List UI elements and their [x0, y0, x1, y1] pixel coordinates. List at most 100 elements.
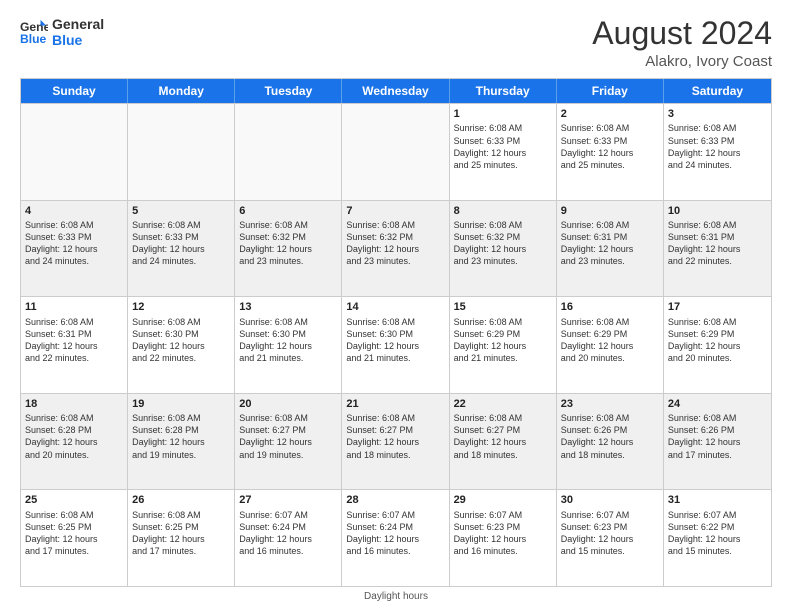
cal-cell: 15Sunrise: 6:08 AMSunset: 6:29 PMDayligh…	[450, 297, 557, 393]
calendar-header: SundayMondayTuesdayWednesdayThursdayFrid…	[21, 79, 771, 103]
cell-info: Sunrise: 6:07 AMSunset: 6:24 PMDaylight:…	[239, 509, 337, 558]
cell-info: Sunrise: 6:08 AMSunset: 6:27 PMDaylight:…	[454, 412, 552, 461]
cell-info: Sunrise: 6:08 AMSunset: 6:30 PMDaylight:…	[346, 316, 444, 365]
cal-cell: 12 Sunrise: 6:08 AMSunset: 6:30 PMDayligh…	[128, 297, 235, 393]
cell-info: Sunrise: 6:08 AMSunset: 6:33 PMDaylight:…	[25, 219, 123, 268]
day-header-friday: Friday	[557, 79, 664, 103]
week-row-3: 11 Sunrise: 6:08 AMSunset: 6:31 PMDayligh…	[21, 296, 771, 393]
day-number: 16	[561, 300, 659, 314]
cal-cell: 19Sunrise: 6:08 AMSunset: 6:28 PMDayligh…	[128, 394, 235, 490]
page: General Blue General Blue August 2024 Al…	[0, 0, 792, 612]
cal-cell: 29 Sunrise: 6:07 AMSunset: 6:23 PMDayligh…	[450, 490, 557, 586]
cell-info: Sunrise: 6:08 AMSunset: 6:33 PMDaylight:…	[561, 122, 659, 171]
cal-cell: 10Sunrise: 6:08 AMSunset: 6:31 PMDayligh…	[664, 201, 771, 297]
day-header-saturday: Saturday	[664, 79, 771, 103]
cell-info: Sunrise: 6:08 AMSunset: 6:29 PMDaylight:…	[561, 316, 659, 365]
cell-info: Sunrise: 6:08 AMSunset: 6:25 PMDaylight:…	[25, 509, 123, 558]
day-header-monday: Monday	[128, 79, 235, 103]
day-number: 8	[454, 204, 552, 218]
cal-cell: 28Sunrise: 6:07 AMSunset: 6:24 PMDayligh…	[342, 490, 449, 586]
day-number: 31	[668, 493, 767, 507]
footer-note: Daylight hours	[20, 591, 772, 602]
cell-info: Sunrise: 6:07 AMSunset: 6:23 PMDaylight:…	[561, 509, 659, 558]
calendar-body: 1 Sunrise: 6:08 AMSunset: 6:33 PMDaylight…	[21, 103, 771, 586]
svg-text:Blue: Blue	[20, 32, 47, 46]
day-header-sunday: Sunday	[21, 79, 128, 103]
day-number: 27	[239, 493, 337, 507]
cal-cell: 11 Sunrise: 6:08 AMSunset: 6:31 PMDayligh…	[21, 297, 128, 393]
month-year: August 2024	[592, 16, 772, 51]
day-header-tuesday: Tuesday	[235, 79, 342, 103]
logo-general: General	[52, 16, 104, 32]
day-number: 12	[132, 300, 230, 314]
cell-info: Sunrise: 6:07 AMSunset: 6:23 PMDaylight:…	[454, 509, 552, 558]
cell-info: Sunrise: 6:08 AMSunset: 6:33 PMDaylight:…	[132, 219, 230, 268]
cal-cell: 23Sunrise: 6:08 AMSunset: 6:26 PMDayligh…	[557, 394, 664, 490]
cal-cell	[342, 104, 449, 200]
cal-cell	[128, 104, 235, 200]
cal-cell: 26 Sunrise: 6:08 AMSunset: 6:25 PMDayligh…	[128, 490, 235, 586]
logo-icon: General Blue	[20, 18, 48, 46]
cal-cell: 24Sunrise: 6:08 AMSunset: 6:26 PMDayligh…	[664, 394, 771, 490]
cal-cell: 27 Sunrise: 6:07 AMSunset: 6:24 PMDayligh…	[235, 490, 342, 586]
day-number: 10	[668, 204, 767, 218]
logo-blue: Blue	[52, 32, 104, 48]
cal-cell: 9Sunrise: 6:08 AMSunset: 6:31 PMDaylight…	[557, 201, 664, 297]
cal-cell: 4Sunrise: 6:08 AMSunset: 6:33 PMDaylight…	[21, 201, 128, 297]
cell-info: Sunrise: 6:08 AMSunset: 6:32 PMDaylight:…	[346, 219, 444, 268]
cal-cell: 22Sunrise: 6:08 AMSunset: 6:27 PMDayligh…	[450, 394, 557, 490]
cal-cell: 16 Sunrise: 6:08 AMSunset: 6:29 PMDayligh…	[557, 297, 664, 393]
cal-cell: 18Sunrise: 6:08 AMSunset: 6:28 PMDayligh…	[21, 394, 128, 490]
cell-info: Sunrise: 6:08 AMSunset: 6:31 PMDaylight:…	[668, 219, 767, 268]
title-block: August 2024 Alakro, Ivory Coast	[592, 16, 772, 70]
cal-cell: 30 Sunrise: 6:07 AMSunset: 6:23 PMDayligh…	[557, 490, 664, 586]
cell-info: Sunrise: 6:08 AMSunset: 6:33 PMDaylight:…	[668, 122, 767, 171]
cal-cell: 6Sunrise: 6:08 AMSunset: 6:32 PMDaylight…	[235, 201, 342, 297]
day-number: 4	[25, 204, 123, 218]
cell-info: Sunrise: 6:08 AMSunset: 6:32 PMDaylight:…	[239, 219, 337, 268]
cal-cell: 21Sunrise: 6:08 AMSunset: 6:27 PMDayligh…	[342, 394, 449, 490]
cell-info: Sunrise: 6:08 AMSunset: 6:30 PMDaylight:…	[132, 316, 230, 365]
day-number: 26	[132, 493, 230, 507]
cell-info: Sunrise: 6:08 AMSunset: 6:32 PMDaylight:…	[454, 219, 552, 268]
cal-cell: 7Sunrise: 6:08 AMSunset: 6:32 PMDaylight…	[342, 201, 449, 297]
cell-info: Sunrise: 6:08 AMSunset: 6:31 PMDaylight:…	[25, 316, 123, 365]
cal-cell: 25Sunrise: 6:08 AMSunset: 6:25 PMDayligh…	[21, 490, 128, 586]
cell-info: Sunrise: 6:08 AMSunset: 6:27 PMDaylight:…	[239, 412, 337, 461]
cal-cell: 20Sunrise: 6:08 AMSunset: 6:27 PMDayligh…	[235, 394, 342, 490]
week-row-2: 4Sunrise: 6:08 AMSunset: 6:33 PMDaylight…	[21, 200, 771, 297]
cal-cell: 31Sunrise: 6:07 AMSunset: 6:22 PMDayligh…	[664, 490, 771, 586]
day-header-wednesday: Wednesday	[342, 79, 449, 103]
cell-info: Sunrise: 6:08 AMSunset: 6:25 PMDaylight:…	[132, 509, 230, 558]
cal-cell: 13 Sunrise: 6:08 AMSunset: 6:30 PMDayligh…	[235, 297, 342, 393]
week-row-4: 18Sunrise: 6:08 AMSunset: 6:28 PMDayligh…	[21, 393, 771, 490]
cell-info: Sunrise: 6:08 AMSunset: 6:26 PMDaylight:…	[668, 412, 767, 461]
cell-info: Sunrise: 6:08 AMSunset: 6:27 PMDaylight:…	[346, 412, 444, 461]
day-number: 23	[561, 397, 659, 411]
day-number: 7	[346, 204, 444, 218]
day-number: 3	[668, 107, 767, 121]
cal-cell: 2Sunrise: 6:08 AMSunset: 6:33 PMDaylight…	[557, 104, 664, 200]
cal-cell: 3Sunrise: 6:08 AMSunset: 6:33 PMDaylight…	[664, 104, 771, 200]
day-number: 29	[454, 493, 552, 507]
day-number: 1	[454, 107, 552, 121]
cell-info: Sunrise: 6:08 AMSunset: 6:28 PMDaylight:…	[25, 412, 123, 461]
day-number: 15	[454, 300, 552, 314]
cal-cell: 1Sunrise: 6:08 AMSunset: 6:33 PMDaylight…	[450, 104, 557, 200]
cell-info: Sunrise: 6:07 AMSunset: 6:24 PMDaylight:…	[346, 509, 444, 558]
cal-cell	[21, 104, 128, 200]
day-number: 5	[132, 204, 230, 218]
day-number: 11	[25, 300, 123, 314]
day-number: 13	[239, 300, 337, 314]
cal-cell: 5Sunrise: 6:08 AMSunset: 6:33 PMDaylight…	[128, 201, 235, 297]
cal-cell: 14 Sunrise: 6:08 AMSunset: 6:30 PMDayligh…	[342, 297, 449, 393]
day-number: 20	[239, 397, 337, 411]
location: Alakro, Ivory Coast	[592, 53, 772, 70]
day-number: 18	[25, 397, 123, 411]
logo: General Blue General Blue	[20, 16, 104, 48]
day-number: 14	[346, 300, 444, 314]
cell-info: Sunrise: 6:08 AMSunset: 6:30 PMDaylight:…	[239, 316, 337, 365]
cell-info: Sunrise: 6:08 AMSunset: 6:28 PMDaylight:…	[132, 412, 230, 461]
day-number: 21	[346, 397, 444, 411]
day-number: 30	[561, 493, 659, 507]
